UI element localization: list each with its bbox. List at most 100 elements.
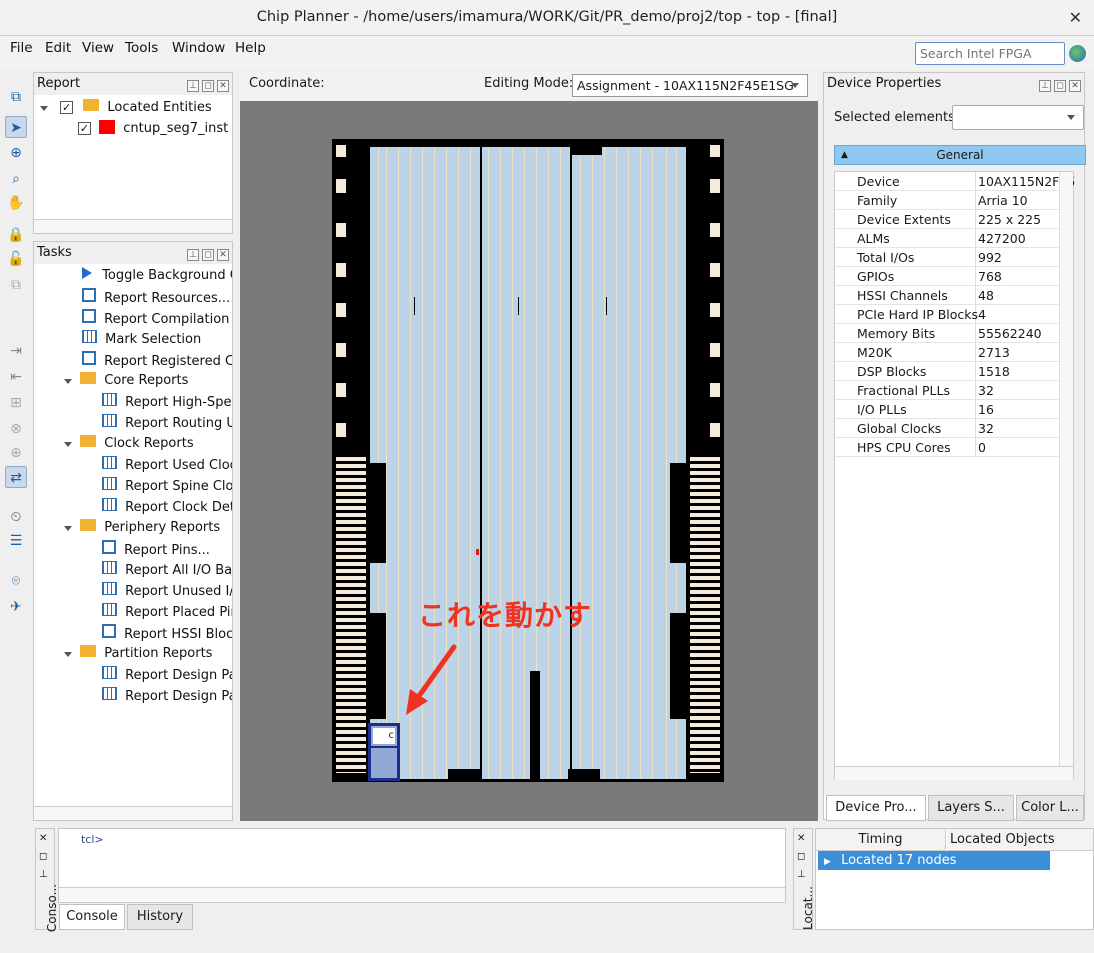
task-item[interactable]: Report Unused I/O (102, 582, 232, 599)
tab-layers-settings[interactable]: Layers S... (928, 795, 1014, 821)
editing-mode-label: Editing Mode: (484, 76, 574, 91)
copy-icon[interactable]: ⧉ (5, 274, 27, 296)
task-item[interactable]: Report Resources... (82, 288, 230, 306)
pin-icon[interactable]: ⊥ (1039, 80, 1051, 92)
close-icon[interactable]: ✕ (217, 80, 229, 92)
zoom-fit-icon[interactable]: ⌕ (5, 168, 27, 190)
lock-icon[interactable]: 🔒 (5, 224, 27, 246)
globe-icon[interactable] (1069, 45, 1086, 62)
task-item[interactable]: Report All I/O Bank (102, 561, 232, 578)
task-item[interactable]: Mark Selection (82, 330, 201, 347)
task-folder[interactable]: Core Reports (64, 372, 188, 388)
fanout-icon[interactable]: ⇤ (5, 366, 27, 388)
close-icon[interactable]: ✕ (1069, 8, 1082, 27)
located-row[interactable]: ▶ Located 17 nodes (818, 851, 1050, 870)
task-item[interactable]: Report Placed Pins (102, 603, 232, 620)
column-header-timing[interactable]: Timing (816, 829, 946, 851)
float-icon[interactable]: ◻ (202, 80, 214, 92)
highlight-icon[interactable]: ☰ (5, 530, 27, 552)
close-icon[interactable]: ✕ (39, 833, 47, 844)
chevron-down-icon[interactable] (64, 526, 72, 531)
horizontal-scrollbar[interactable] (835, 766, 1073, 780)
tab-console[interactable]: Console (59, 904, 125, 930)
chip-canvas[interactable]: c これを動かす (240, 101, 818, 821)
close-icon[interactable]: ✕ (1069, 80, 1081, 92)
close-icon[interactable]: ✕ (797, 833, 805, 844)
menu-help[interactable]: Help (235, 40, 266, 56)
selected-elements-select[interactable] (952, 105, 1084, 130)
device-properties-panel: Device Properties ⊥ ◻ ✕ Selected elements:… (823, 72, 1086, 821)
console-area[interactable]: tcl> (58, 828, 786, 903)
task-item[interactable]: Report Compilation M (82, 309, 232, 327)
menu-window[interactable]: Window (172, 40, 225, 56)
selection-tool-icon[interactable]: ➤ (5, 116, 27, 138)
task-item[interactable]: Report Routing Uti (102, 414, 232, 431)
chevron-right-icon[interactable]: ▶ (824, 857, 831, 867)
task-item[interactable]: Report Pins... (102, 540, 210, 558)
horizontal-scrollbar[interactable] (34, 219, 232, 233)
pin-icon[interactable]: ⊥ (187, 80, 199, 92)
task-item[interactable]: Report High-Speed (102, 393, 232, 410)
zoom-in-icon[interactable]: ⊕ (5, 142, 27, 164)
chip-floorplan[interactable]: c (332, 139, 724, 782)
paths-icon[interactable]: ⊞ (5, 392, 27, 414)
menu-edit[interactable]: Edit (45, 40, 71, 56)
task-item[interactable]: Report Spine Clock (102, 477, 232, 494)
task-item[interactable]: Report Design Part (102, 687, 232, 704)
pin-icon[interactable]: ⊥ (39, 869, 48, 880)
selected-elements-label: Selected elements: (834, 110, 960, 125)
checkbox[interactable]: ✓ (60, 101, 74, 114)
task-item[interactable]: Report Clock Detai (102, 498, 232, 515)
task-item[interactable]: Report HSSI Block (102, 624, 232, 642)
annotation-arrow-icon (406, 644, 457, 715)
clock-region-icon[interactable]: ⏲ (5, 506, 27, 528)
tree-item-located-entities[interactable]: ✓ Located Entities (40, 99, 212, 115)
pin-icon[interactable]: ⊥ (797, 869, 806, 880)
float-icon[interactable]: ◻ (1054, 80, 1066, 92)
float-icon[interactable]: ◻ (797, 851, 805, 862)
expand-icon[interactable]: ⊕ (5, 442, 27, 464)
vertical-scrollbar[interactable] (1059, 172, 1073, 766)
table-icon (102, 498, 117, 511)
unlock-icon[interactable]: 🔓 (5, 248, 27, 270)
delete-paths-icon[interactable]: ⊗ (5, 418, 27, 440)
fanin-icon[interactable]: ⇥ (5, 340, 27, 362)
tab-history[interactable]: History (127, 904, 193, 930)
tab-device-properties[interactable]: Device Pro... (826, 795, 926, 821)
connections-icon[interactable]: ⇄ (5, 466, 27, 488)
menu-tools[interactable]: Tools (125, 40, 158, 56)
table-icon (102, 477, 117, 490)
chevron-down-icon[interactable] (64, 442, 72, 447)
general-section-header[interactable]: ▲ General (834, 145, 1086, 165)
property-row: Fractional PLLs 32 (835, 381, 1071, 400)
logic-lock-region[interactable]: c (368, 723, 400, 781)
window-select-icon[interactable]: ⧉ (5, 86, 27, 108)
tree-item-entity[interactable]: ✓ cntup_seg7_inst (78, 120, 228, 136)
search-input[interactable] (915, 42, 1065, 65)
task-folder[interactable]: Clock Reports (64, 435, 194, 451)
property-row: Total I/Os 992 (835, 248, 1071, 267)
menu-view[interactable]: View (82, 40, 114, 56)
checkbox[interactable]: ✓ (78, 122, 91, 135)
binoculars-icon[interactable]: ⌾ (5, 570, 27, 592)
task-item[interactable]: Toggle Background Co (82, 267, 232, 283)
bird-icon[interactable]: ✈ (5, 596, 27, 618)
task-folder[interactable]: Partition Reports (64, 645, 212, 661)
column-header-located-objects[interactable]: Located Objects (947, 829, 1093, 851)
task-folder[interactable]: Periphery Reports (64, 519, 220, 535)
chevron-down-icon[interactable] (40, 106, 48, 111)
hand-tool-icon[interactable]: ✋ (5, 192, 27, 214)
horizontal-scrollbar[interactable] (34, 806, 232, 820)
table-icon (102, 456, 117, 469)
horizontal-scrollbar[interactable] (59, 887, 785, 901)
menu-file[interactable]: File (10, 40, 33, 56)
chevron-down-icon[interactable] (64, 652, 72, 657)
task-item[interactable]: Report Used Clock (102, 456, 232, 473)
task-item[interactable]: Report Registered Con (82, 351, 232, 369)
editing-mode-select[interactable]: Assignment - 10AX115N2F45E1SG (572, 74, 808, 97)
chevron-down-icon[interactable] (64, 379, 72, 384)
property-row: ALMs 427200 (835, 229, 1071, 248)
tab-color-legend[interactable]: Color L... (1016, 795, 1084, 821)
task-item[interactable]: Report Design Part (102, 666, 232, 683)
float-icon[interactable]: ◻ (39, 851, 47, 862)
